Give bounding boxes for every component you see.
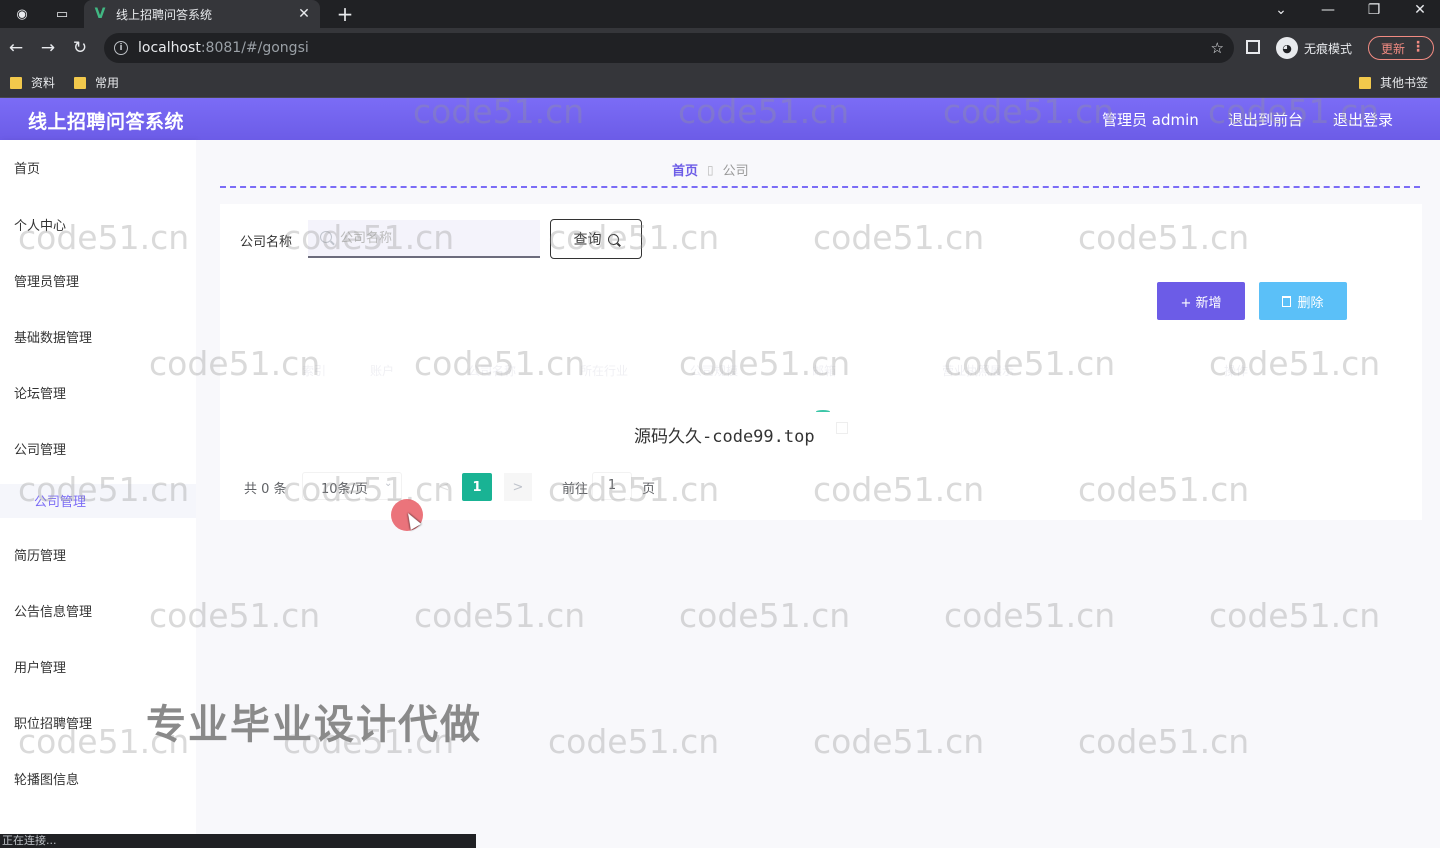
browser-status-bar: 正在连接... <box>0 834 476 848</box>
promo-overlay-text: 专业毕业设计代做 <box>146 702 482 748</box>
close-window-icon[interactable]: ✕ <box>1405 2 1435 18</box>
bookmarks-bar: 资料 常用 其他书签 <box>0 68 1440 98</box>
prev-page-button[interactable]: < <box>430 473 458 501</box>
reload-icon[interactable]: ↻ <box>68 36 92 60</box>
content-panel: 公司名称 查询 + 新增 删除 索引 账户 公司名称 所在行业 公司规模 邮箱 … <box>220 204 1422 520</box>
browser-tab-bar: ◉ ▭ V 线上招聘问答系统 ✕ + ⌄ — ❐ ✕ <box>0 0 1440 28</box>
update-button[interactable]: 更新 ⋮ <box>1368 36 1434 60</box>
column-header: 公司名称 <box>468 364 517 378</box>
sidebar-item-home[interactable]: 首页 <box>14 158 40 177</box>
tab-close-icon[interactable]: ✕ <box>296 6 312 22</box>
minimize-icon[interactable]: — <box>1313 2 1343 18</box>
url-host: localhost <box>138 40 201 56</box>
logout-link[interactable]: 退出登录 <box>1333 109 1393 130</box>
side-panel-icon[interactable] <box>1246 40 1260 54</box>
loading-mask-icon <box>836 422 848 434</box>
new-tab-button[interactable]: + <box>334 2 356 26</box>
incognito-icon: ◕ <box>1276 37 1298 59</box>
incognito-label: 无痕模式 <box>1304 41 1353 56</box>
column-header: 所在行业 <box>580 364 629 378</box>
company-name-label: 公司名称 <box>240 235 293 250</box>
breadcrumb-home[interactable]: 首页 <box>672 160 698 179</box>
search-icon <box>320 231 332 243</box>
app-header: 线上招聘问答系统 管理员 admin 退出到前台 退出登录 <box>0 98 1440 140</box>
next-page-button[interactable]: > <box>504 473 532 501</box>
url-path: :8081/#/gongsi <box>200 40 309 56</box>
star-icon[interactable]: ☆ <box>1211 39 1224 57</box>
tab-list-icon[interactable]: ▭ <box>52 4 72 24</box>
update-label: 更新 <box>1381 41 1406 56</box>
query-button[interactable]: 查询 <box>550 219 642 259</box>
forward-icon[interactable]: → <box>36 36 60 60</box>
breadcrumb-separator-icon: ▯ <box>707 162 714 177</box>
loading-spinner-icon <box>816 410 830 413</box>
bookmark-folder[interactable]: 资料 <box>10 74 55 91</box>
search-icon <box>607 233 619 245</box>
divider <box>220 186 1420 188</box>
column-header: 公司规模 <box>690 364 739 378</box>
sidebar-item-users[interactable]: 用户管理 <box>14 657 66 676</box>
vue-favicon-icon: V <box>94 6 106 22</box>
restore-icon[interactable]: ❐ <box>1359 2 1389 18</box>
goto-label: 前往 <box>562 482 589 497</box>
chevron-down-icon: ⌄ <box>384 478 393 489</box>
menu-dots-icon: ⋮ <box>1411 39 1425 55</box>
trash-icon <box>1282 295 1292 307</box>
sidebar-subitem-company[interactable]: 公司管理 <box>0 484 196 518</box>
add-button-label: + 新增 <box>1180 295 1222 311</box>
sidebar-item-notices[interactable]: 公告信息管理 <box>14 601 92 620</box>
sidebar-item-resume[interactable]: 简历管理 <box>14 545 66 564</box>
tab-search-icon[interactable]: ⌄ <box>1266 2 1296 18</box>
column-header: 索引 <box>302 364 327 378</box>
column-header: 邮箱 <box>812 364 837 378</box>
sidebar-item-jobs[interactable]: 职位招聘管理 <box>14 713 92 732</box>
to-front-link[interactable]: 退出到前台 <box>1228 109 1303 130</box>
page-number-active[interactable]: 1 <box>462 473 492 501</box>
company-name-input[interactable] <box>308 220 540 258</box>
delete-button-label: 删除 <box>1297 295 1324 311</box>
bookmark-folder[interactable]: 常用 <box>74 74 119 91</box>
sidebar-item-profile[interactable]: 个人中心 <box>14 215 66 234</box>
app-title: 线上招聘问答系统 <box>28 111 185 133</box>
column-header: 营业执照展示 <box>942 364 1015 378</box>
column-header: 操作 <box>1224 364 1249 378</box>
loading-text: 源码久久-code99.top <box>634 427 815 447</box>
bookmark-label: 常用 <box>95 76 120 90</box>
folder-icon <box>74 76 86 89</box>
goto-page-input[interactable]: 1 <box>592 472 632 500</box>
table-header: 索引 账户 公司名称 所在行业 公司规模 邮箱 营业执照展示 操作 <box>220 354 1422 388</box>
browser-tab[interactable]: V 线上招聘问答系统 ✕ <box>84 0 320 28</box>
address-bar[interactable]: i localhost :8081/#/gongsi ☆ <box>104 33 1234 63</box>
globe-icon[interactable]: ◉ <box>12 4 32 24</box>
sidebar-subitem-label: 公司管理 <box>34 495 87 510</box>
query-button-label: 查询 <box>573 232 602 248</box>
add-button[interactable]: + 新增 <box>1157 282 1245 320</box>
tab-title: 线上招聘问答系统 <box>116 7 213 22</box>
bookmark-label: 资料 <box>31 76 56 90</box>
delete-button[interactable]: 删除 <box>1259 282 1347 320</box>
current-user: 管理员 admin <box>1102 111 1199 129</box>
sidebar-item-forum[interactable]: 论坛管理 <box>14 383 66 402</box>
pagination-total: 共 0 条 <box>244 482 287 497</box>
info-icon[interactable]: i <box>114 41 128 55</box>
page-unit-label: 页 <box>642 482 656 497</box>
back-icon[interactable]: ← <box>4 36 28 60</box>
breadcrumb: 首页 ▯ 公司 <box>672 160 749 180</box>
breadcrumb-current: 公司 <box>722 164 749 179</box>
browser-toolbar: ← → ↻ i localhost :8081/#/gongsi ☆ ◕ 无痕模… <box>0 28 1440 68</box>
sidebar-item-company[interactable]: 公司管理 <box>14 439 66 458</box>
other-bookmarks-label: 其他书签 <box>1380 76 1429 90</box>
sidebar-item-carousel[interactable]: 轮播图信息 <box>14 769 79 788</box>
folder-icon <box>10 76 22 89</box>
other-bookmarks[interactable]: 其他书签 <box>1359 74 1428 91</box>
folder-icon <box>1359 76 1371 89</box>
sidebar-item-admins[interactable]: 管理员管理 <box>14 271 79 290</box>
column-header: 账户 <box>370 364 395 378</box>
sidebar-item-base-data[interactable]: 基础数据管理 <box>14 327 92 346</box>
incognito-indicator[interactable]: ◕ 无痕模式 <box>1276 37 1352 59</box>
